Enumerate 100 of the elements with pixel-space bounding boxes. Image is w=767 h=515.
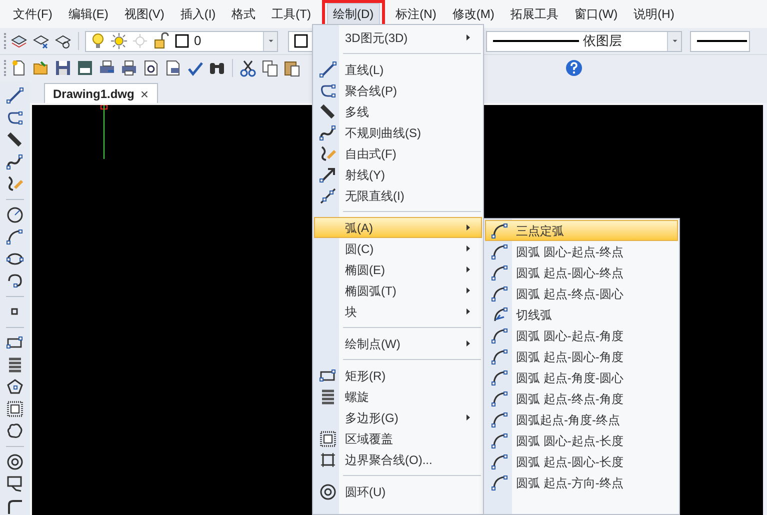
menu-entry[interactable]: 自由式(F) (314, 143, 482, 164)
menu-item[interactable]: 窗口(W) (569, 3, 623, 25)
menu-entry-label: 区域覆盖 (344, 430, 393, 448)
menu-entry[interactable]: 3D图元(3D) (314, 27, 482, 48)
submenu-entry[interactable]: 圆弧 圆心-起点-终点 (485, 241, 678, 262)
arc-icon (490, 452, 508, 470)
menu-item[interactable]: 视图(V) (119, 3, 170, 25)
menu-item[interactable]: 插入(I) (175, 3, 221, 25)
menu-entry[interactable]: 多边形(G) (314, 407, 482, 428)
menu-entry-label: 圆(C) (344, 240, 374, 258)
submenu-entry[interactable]: 切线弧 (485, 304, 678, 325)
menu-entry[interactable]: 块 (314, 301, 482, 322)
submenu-entry[interactable]: 圆弧 起点-圆心-终点 (485, 262, 678, 283)
submenu-entry[interactable]: 圆弧 圆心-起点-长度 (485, 430, 678, 451)
submenu-entry[interactable]: 圆弧 起点-圆心-长度 (485, 451, 678, 472)
save-icon[interactable] (54, 59, 72, 77)
submenu-entry[interactable]: 圆弧 起点-终点-角度 (485, 388, 678, 409)
menu-item[interactable]: 文件(F) (8, 3, 58, 25)
menu-entry[interactable]: 螺旋 (314, 386, 482, 407)
menu-item[interactable]: 标注(N) (390, 3, 442, 25)
freehand-pencil-icon[interactable] (6, 175, 24, 193)
cloud-icon[interactable] (6, 422, 24, 440)
menu-item[interactable]: 说明(H) (628, 3, 680, 25)
menu-entry-label: 椭圆弧(T) (344, 282, 396, 300)
line-icon[interactable] (6, 87, 24, 105)
menu-entry[interactable]: 矩形(R) (314, 365, 482, 386)
page-setup-icon[interactable] (164, 59, 182, 77)
color-swatch-icon (292, 32, 310, 50)
menu-entry[interactable]: 弧(A) (314, 217, 482, 238)
submenu-entry[interactable]: 圆弧起点-角度-终点 (485, 409, 678, 430)
menu-entry[interactable]: 无限直线(I) (314, 185, 482, 206)
tab-title: Drawing1.dwg (53, 86, 134, 102)
menu-entry[interactable]: 多线 (314, 101, 482, 122)
menu-entry[interactable]: 椭圆弧(T) (314, 280, 482, 301)
lock-icon (152, 32, 170, 50)
menu-item[interactable]: 修改(M) (447, 3, 500, 25)
linetype-dropdown[interactable]: 依图层 (486, 30, 682, 52)
spline-icon[interactable] (6, 153, 24, 171)
menu-entry[interactable]: 射线(Y) (314, 164, 482, 185)
submenu-entry[interactable]: 三点定弧 (485, 220, 678, 241)
donut-icon[interactable] (6, 453, 24, 471)
menu-entry[interactable]: 不规则曲线(S) (314, 122, 482, 143)
menu-entry-label: 绘制点(W) (344, 336, 400, 352)
arc-icon (490, 432, 508, 450)
menu-item[interactable]: 工具(T) (266, 3, 316, 25)
ray-icon (319, 166, 337, 184)
elbow-icon[interactable] (6, 497, 24, 515)
menu-entry[interactable]: 直线(L) (314, 59, 482, 80)
submenu-entry[interactable]: 圆弧 起点-角度-圆心 (485, 367, 678, 388)
menu-item[interactable]: 格式 (226, 3, 261, 25)
paste-icon[interactable] (283, 59, 301, 77)
submenu-entry[interactable]: 圆弧 起点-方向-终点 (485, 472, 678, 493)
printer-icon[interactable] (120, 59, 138, 77)
construction-line-icon (319, 186, 337, 204)
open-folder-icon[interactable] (32, 59, 50, 77)
callout-icon[interactable] (6, 475, 24, 493)
document-tab[interactable]: Drawing1.dwg × (44, 83, 158, 103)
layer-dropdown[interactable]: 0 (85, 30, 278, 52)
circle-icon[interactable] (6, 206, 24, 224)
polyline-icon[interactable] (6, 109, 24, 127)
print-preview-icon[interactable] (142, 59, 160, 77)
menu-entry-label: 多线 (344, 104, 369, 120)
menu-entry[interactable]: 绘制点(W) (314, 333, 482, 354)
submenu-entry-label: 圆弧 起点-方向-终点 (515, 474, 624, 492)
spline-icon (319, 124, 337, 142)
menu-entry[interactable]: 区域覆盖 (314, 428, 482, 449)
polygon-icon[interactable] (6, 378, 24, 396)
submenu-entry-label: 圆弧 起点-角度-圆心 (515, 370, 624, 386)
menu-entry[interactable]: 圆(C) (314, 238, 482, 259)
hatched-square-icon[interactable] (6, 400, 24, 418)
ucs-icon (100, 105, 108, 159)
menu-item[interactable]: 拓展工具 (505, 3, 564, 25)
submenu-entry-label: 圆弧 圆心-起点-长度 (515, 432, 624, 450)
menu-item[interactable]: 绘制(D) (326, 3, 380, 25)
document-icon[interactable] (76, 59, 94, 77)
layer-name: 0 (194, 32, 202, 50)
menu-entry-label: 圆环(U) (344, 484, 386, 500)
menu-entry-label: 螺旋 (344, 388, 369, 406)
faded-sun-icon (131, 32, 149, 50)
menu-item[interactable]: 编辑(E) (63, 3, 114, 25)
ellipse-icon[interactable] (6, 250, 24, 268)
copy-icon[interactable] (261, 59, 279, 77)
help-icon[interactable] (565, 59, 583, 77)
arc-icon[interactable] (6, 228, 24, 246)
menu-entry[interactable]: 椭圆(E) (314, 259, 482, 280)
boundary-icon (319, 450, 337, 468)
close-tab-button[interactable]: × (140, 86, 149, 100)
menu-entry[interactable]: 边界聚合线(O)... (314, 449, 482, 470)
submenu-entry-label: 圆弧 起点-终点-角度 (515, 390, 624, 408)
submenu-entry-label: 切线弧 (515, 306, 552, 324)
menu-entry[interactable]: 圆环(U) (314, 481, 482, 502)
submenu-entry[interactable]: 圆弧 圆心-起点-角度 (485, 325, 678, 346)
submenu-entry[interactable]: 圆弧 起点-终点-圆心 (485, 283, 678, 304)
arc-icon (490, 390, 508, 408)
lineweight-dropdown[interactable] (690, 30, 750, 52)
menu-entry[interactable]: 聚合线(P) (314, 80, 482, 101)
submenu-entry[interactable]: 圆弧 起点-圆心-角度 (485, 346, 678, 367)
freehand-pencil-icon (319, 144, 337, 162)
cut-icon[interactable] (239, 59, 257, 77)
elliptical-arc-icon[interactable] (6, 272, 24, 290)
